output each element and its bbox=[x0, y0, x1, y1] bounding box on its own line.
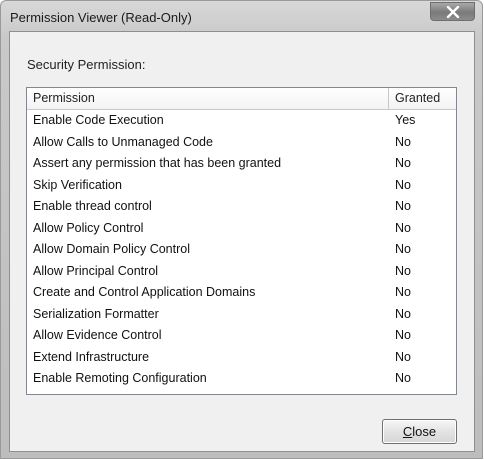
table-row[interactable]: Allow Evidence Control No bbox=[27, 325, 456, 347]
permission-cell: Allow Principal Control bbox=[33, 263, 159, 278]
dialog-client-area: Security Permission: Permission Granted … bbox=[9, 31, 475, 452]
granted-cell: No bbox=[395, 156, 411, 170]
granted-cell: No bbox=[395, 285, 411, 299]
window-title: Permission Viewer (Read-Only) bbox=[10, 10, 192, 25]
granted-cell: No bbox=[395, 306, 411, 321]
window-close-button[interactable] bbox=[430, 2, 475, 21]
permission-cell: Serialization Formatter bbox=[33, 306, 159, 321]
table-row[interactable]: Enable Code Execution Yes bbox=[27, 110, 456, 132]
table-row[interactable]: Create and Control Application Domains No bbox=[27, 282, 456, 304]
granted-cell: No bbox=[395, 263, 411, 278]
table-row[interactable]: Enable thread control No bbox=[27, 196, 456, 218]
permission-list[interactable]: Permission Granted Enable Code Execution… bbox=[26, 87, 457, 395]
granted-cell: No bbox=[395, 328, 411, 342]
granted-cell: No bbox=[395, 242, 411, 256]
permission-cell: Enable thread control bbox=[33, 199, 152, 213]
permission-viewer-window: Permission Viewer (Read-Only) Security P… bbox=[0, 0, 483, 459]
granted-cell: No bbox=[395, 349, 411, 364]
permission-cell: Assert any permission that has been gran… bbox=[33, 156, 282, 170]
security-permission-label: Security Permission: bbox=[27, 57, 146, 72]
list-header: Permission Granted bbox=[27, 88, 456, 110]
granted-cell: No bbox=[395, 220, 411, 235]
granted-cell: Yes bbox=[395, 113, 416, 127]
table-row[interactable]: Extend Infrastructure No bbox=[27, 347, 456, 369]
close-icon bbox=[446, 5, 459, 18]
permission-cell: Skip Verification bbox=[33, 177, 122, 192]
close-button[interactable]: Close bbox=[382, 419, 457, 444]
column-header-granted[interactable]: Granted bbox=[388, 88, 456, 109]
permission-cell: Allow Domain Policy Control bbox=[33, 242, 191, 256]
granted-cell: No bbox=[395, 371, 411, 385]
table-row[interactable]: Skip Verification No bbox=[27, 175, 456, 197]
table-row[interactable]: Allow Domain Policy Control No bbox=[27, 239, 456, 261]
permission-cell: Enable Remoting Configuration bbox=[33, 371, 207, 385]
table-row[interactable]: Enable Remoting Configuration No bbox=[27, 368, 456, 390]
title-bar[interactable]: Permission Viewer (Read-Only) bbox=[1, 1, 482, 31]
permission-cell: Create and Control Application Domains bbox=[33, 285, 256, 299]
table-row[interactable]: Allow Policy Control No bbox=[27, 218, 456, 240]
permission-cell: Allow Policy Control bbox=[33, 220, 144, 235]
permission-cell: Allow Evidence Control bbox=[33, 328, 162, 342]
permission-cell: Enable Code Execution bbox=[33, 113, 164, 127]
close-button-accelerator: C bbox=[402, 424, 413, 439]
column-header-permission[interactable]: Permission bbox=[27, 88, 388, 109]
table-row[interactable]: Allow Principal Control No bbox=[27, 261, 456, 283]
table-row[interactable]: Serialization Formatter No bbox=[27, 304, 456, 326]
list-rows: Enable Code Execution Yes Allow Calls to U… bbox=[27, 110, 456, 390]
granted-cell: No bbox=[395, 177, 411, 192]
permission-cell: Allow Calls to Unmanaged Code bbox=[33, 134, 213, 149]
permission-cell: Extend Infrastructure bbox=[33, 349, 150, 364]
table-row[interactable]: Allow Calls to Unmanaged Code No bbox=[27, 132, 456, 154]
table-row[interactable]: Assert any permission that has been gran… bbox=[27, 153, 456, 175]
granted-cell: No bbox=[395, 134, 411, 149]
granted-cell: No bbox=[395, 199, 411, 213]
close-button-label: lose bbox=[412, 424, 437, 439]
